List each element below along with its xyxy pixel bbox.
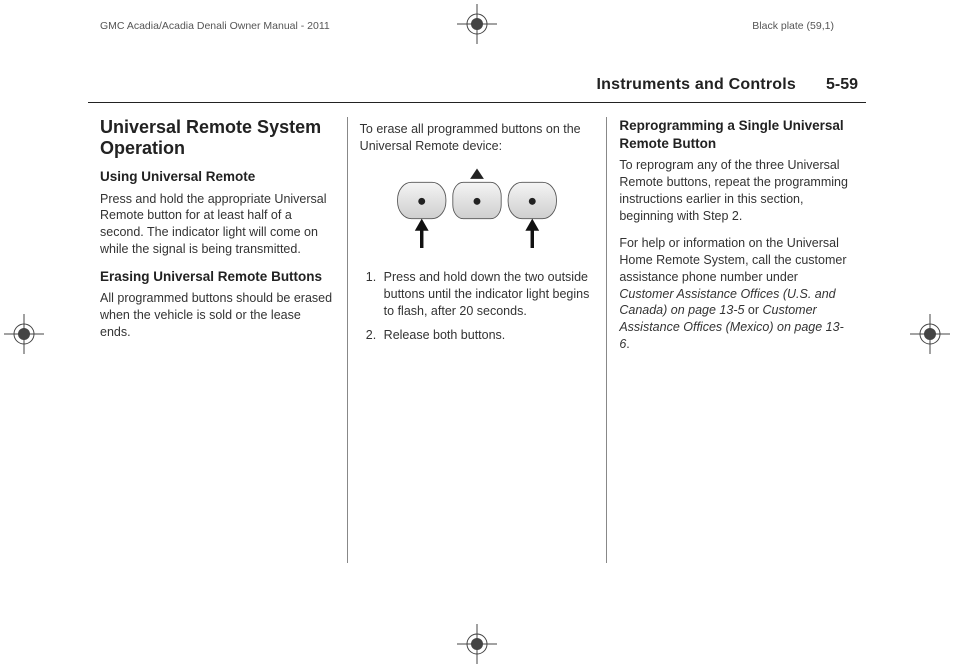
column-3: Reprogramming a Single Universal Remote … xyxy=(606,117,866,563)
crop-mark-bottom xyxy=(457,624,497,664)
help-text-2: or xyxy=(744,303,762,317)
columns: Universal Remote System Operation Using … xyxy=(88,103,866,563)
remote-buttons-illustration xyxy=(360,165,595,255)
erase-steps: Press and hold down the two outside butt… xyxy=(360,269,595,345)
help-text-1: For help or information on the Universal… xyxy=(619,236,846,284)
subhead-using: Using Universal Remote xyxy=(100,168,335,186)
crop-mark-top xyxy=(457,4,497,44)
column-1: Universal Remote System Operation Using … xyxy=(88,117,347,563)
subhead-erasing: Erasing Universal Remote Buttons xyxy=(100,268,335,286)
doc-title: GMC Acadia/Acadia Denali Owner Manual - … xyxy=(100,20,330,32)
column-2: To erase all programmed buttons on the U… xyxy=(347,117,607,563)
crop-mark-left xyxy=(4,314,44,354)
step-1: Press and hold down the two outside butt… xyxy=(380,269,595,320)
crop-mark-right xyxy=(910,314,950,354)
page-number: 5-59 xyxy=(826,76,858,94)
para-help: For help or information on the Universal… xyxy=(619,235,854,353)
plate-label: Black plate (59,1) xyxy=(752,20,834,32)
section-title: Instruments and Controls xyxy=(596,76,795,94)
running-head: Instruments and Controls 5-59 xyxy=(88,62,866,103)
subhead-reprogram: Reprogramming a Single Universal Remote … xyxy=(619,117,854,153)
para-erasing: All programmed buttons should be erased … xyxy=(100,290,335,341)
step-2: Release both buttons. xyxy=(380,327,595,344)
page-root: GMC Acadia/Acadia Denali Owner Manual - … xyxy=(0,0,954,668)
para-using: Press and hold the appropriate Universal… xyxy=(100,191,335,259)
para-reprogram: To reprogram any of the three Universal … xyxy=(619,157,854,225)
content-sheet: Instruments and Controls 5-59 Universal … xyxy=(88,62,866,606)
help-text-3: . xyxy=(626,337,629,351)
para-erase-intro: To erase all programmed buttons on the U… xyxy=(360,121,595,155)
topic-heading: Universal Remote System Operation xyxy=(100,117,335,158)
